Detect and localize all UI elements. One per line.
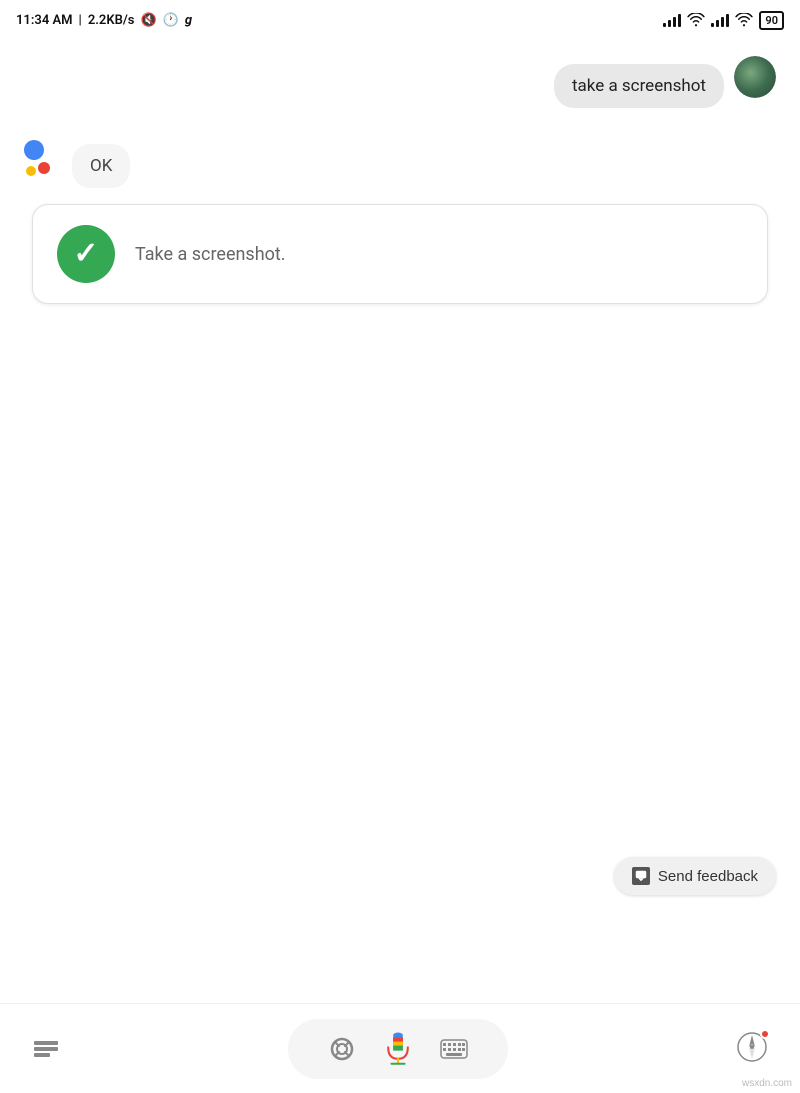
chat-area: take a screenshot OK ✓ Take a screenshot… [0, 40, 800, 1003]
compass-button[interactable] [728, 1023, 776, 1074]
feedback-icon [632, 867, 650, 885]
send-feedback-button[interactable]: Send feedback [614, 857, 776, 895]
assistant-logo [16, 132, 68, 184]
microphone-button[interactable] [380, 1031, 416, 1067]
mic-container [288, 1019, 508, 1079]
alarm-icon: 🕐 [163, 13, 179, 28]
signal-bars-1 [663, 13, 681, 27]
signal-bars-2 [711, 13, 729, 27]
wifi-icon [687, 13, 705, 27]
google-assistant-dots [16, 132, 68, 184]
assistant-container: OK [16, 132, 784, 188]
cards-button[interactable] [24, 1027, 68, 1071]
time-display: 11:34 AM [16, 13, 73, 28]
wifi-full-icon [735, 13, 753, 27]
battery-level: 90 [765, 14, 778, 27]
check-circle: ✓ [57, 225, 115, 283]
dot-yellow [26, 166, 36, 176]
action-card: ✓ Take a screenshot. [32, 204, 768, 304]
cards-icon [32, 1035, 60, 1063]
notification-dot [760, 1029, 770, 1039]
status-right: 90 [663, 11, 784, 30]
watermark: wsxdn.com [742, 1078, 792, 1089]
action-card-text: Take a screenshot. [135, 244, 286, 265]
user-bubble: take a screenshot [554, 64, 724, 108]
lens-button[interactable] [328, 1035, 356, 1063]
assistant-bubble: OK [72, 144, 130, 188]
bottom-toolbar [0, 1003, 800, 1093]
check-icon: ✓ [73, 239, 98, 269]
send-feedback-label: Send feedback [658, 868, 758, 885]
separator: | [79, 13, 82, 28]
status-bar: 11:34 AM | 2.2KB/s 🔇 🕐 g [0, 0, 800, 40]
user-avatar-image [734, 56, 776, 98]
user-message-container: take a screenshot [16, 56, 784, 108]
dot-blue [24, 140, 44, 160]
network-speed: 2.2KB/s [88, 13, 135, 28]
keyboard-icon [440, 1035, 468, 1063]
keyboard-button[interactable] [440, 1035, 468, 1063]
microphone-icon [380, 1031, 416, 1067]
battery-indicator: 90 [759, 11, 784, 30]
status-left: 11:34 AM | 2.2KB/s 🔇 🕐 g [16, 13, 192, 28]
user-avatar [734, 56, 776, 98]
assistant-response-text: OK [90, 156, 112, 176]
app-icon: g [185, 13, 192, 28]
user-message-text: take a screenshot [572, 76, 706, 96]
mute-icon: 🔇 [140, 13, 156, 28]
compass-container [736, 1031, 768, 1066]
lens-icon [328, 1035, 356, 1063]
dot-red [38, 162, 50, 174]
